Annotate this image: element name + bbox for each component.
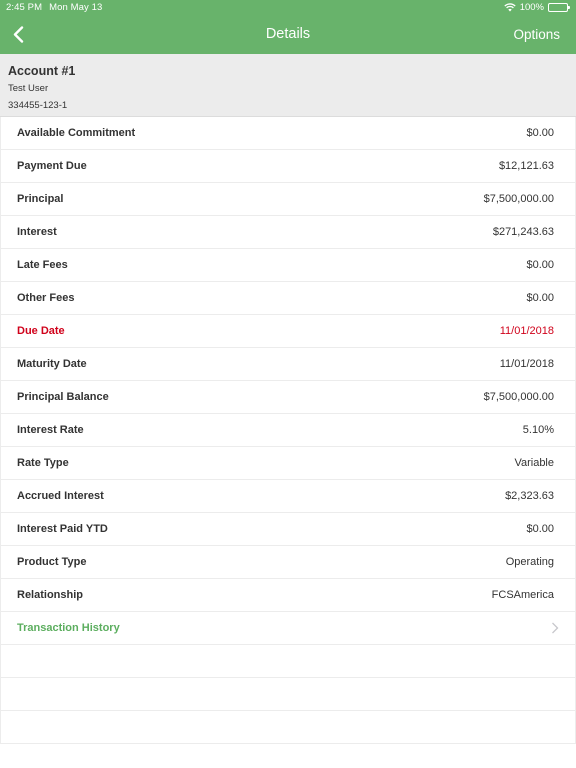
detail-label: Product Type: [17, 556, 87, 568]
detail-value: Variable: [514, 457, 554, 469]
account-header: Account #1 Test User 334455-123-1: [0, 54, 576, 117]
navigation-bar: 2:45 PM Mon May 13 100% Details Options: [0, 0, 576, 54]
detail-row-product-type: Product Type Operating: [1, 546, 575, 579]
detail-row-principal: Principal $7,500,000.00: [1, 183, 575, 216]
detail-label: Due Date: [17, 325, 65, 337]
detail-row-interest-paid-ytd: Interest Paid YTD $0.00: [1, 513, 575, 546]
detail-row-principal-balance: Principal Balance $7,500,000.00: [1, 381, 575, 414]
detail-value: 5.10%: [522, 424, 554, 436]
detail-row-due-date: Due Date 11/01/2018: [1, 315, 575, 348]
detail-value: $7,500,000.00: [483, 193, 554, 205]
detail-value: Operating: [505, 556, 554, 568]
detail-row-interest-rate: Interest Rate 5.10%: [1, 414, 575, 447]
detail-value: $0.00: [526, 292, 554, 304]
detail-value: $12,121.63: [498, 160, 554, 172]
detail-label: Accrued Interest: [17, 490, 104, 502]
detail-row-maturity-date: Maturity Date 11/01/2018: [1, 348, 575, 381]
detail-label: Late Fees: [17, 259, 68, 271]
detail-label: Available Commitment: [17, 127, 136, 139]
detail-value: $0.00: [526, 259, 554, 271]
detail-row-accrued-interest: Accrued Interest $2,323.63: [1, 480, 575, 513]
page-title: Details: [265, 26, 311, 42]
status-time: 2:45 PM: [6, 2, 43, 13]
account-user: Test User: [8, 83, 49, 94]
battery-icon: [548, 3, 570, 12]
detail-label: Interest: [17, 226, 57, 238]
status-left: 2:45 PM Mon May 13: [6, 2, 102, 13]
detail-list: Available Commitment $0.00 Payment Due $…: [0, 117, 576, 744]
detail-value: FCSAmerica: [491, 589, 554, 601]
account-number: 334455-123-1: [8, 100, 68, 111]
detail-row-late-fees: Late Fees $0.00: [1, 249, 575, 282]
status-date: Mon May 13: [49, 2, 103, 13]
chevron-right-icon: [552, 622, 559, 634]
transaction-history-link[interactable]: Transaction History: [1, 612, 575, 645]
detail-value: 11/01/2018: [499, 325, 554, 337]
detail-label: Other Fees: [17, 292, 75, 304]
detail-label: Payment Due: [17, 160, 87, 172]
account-name: Account #1: [8, 64, 76, 78]
empty-row: [1, 711, 575, 744]
transaction-history-label: Transaction History: [17, 622, 120, 634]
detail-value: $271,243.63: [492, 226, 554, 238]
detail-row-rate-type: Rate Type Variable: [1, 447, 575, 480]
battery-percent: 100%: [519, 2, 544, 13]
status-right: 100%: [504, 2, 570, 13]
detail-label: Interest Paid YTD: [17, 523, 108, 535]
detail-row-other-fees: Other Fees $0.00: [1, 282, 575, 315]
wifi-icon: [504, 3, 516, 12]
detail-value: $0.00: [526, 127, 554, 139]
detail-label: Principal Balance: [17, 391, 109, 403]
detail-value: 11/01/2018: [499, 358, 554, 370]
detail-row-interest: Interest $271,243.63: [1, 216, 575, 249]
detail-label: Principal: [17, 193, 64, 205]
empty-row: [1, 645, 575, 678]
detail-label: Rate Type: [17, 457, 69, 469]
detail-value: $0.00: [526, 523, 554, 535]
detail-value: $7,500,000.00: [483, 391, 554, 403]
detail-label: Interest Rate: [17, 424, 84, 436]
detail-label: Relationship: [17, 589, 84, 601]
detail-row-relationship: Relationship FCSAmerica: [1, 579, 575, 612]
options-button[interactable]: Options: [513, 27, 560, 42]
status-bar: 2:45 PM Mon May 13 100%: [0, 0, 576, 16]
detail-label: Maturity Date: [17, 358, 87, 370]
detail-row-available-commitment: Available Commitment $0.00: [1, 117, 575, 150]
empty-row: [1, 678, 575, 711]
detail-value: $2,323.63: [505, 490, 554, 502]
detail-row-payment-due: Payment Due $12,121.63: [1, 150, 575, 183]
